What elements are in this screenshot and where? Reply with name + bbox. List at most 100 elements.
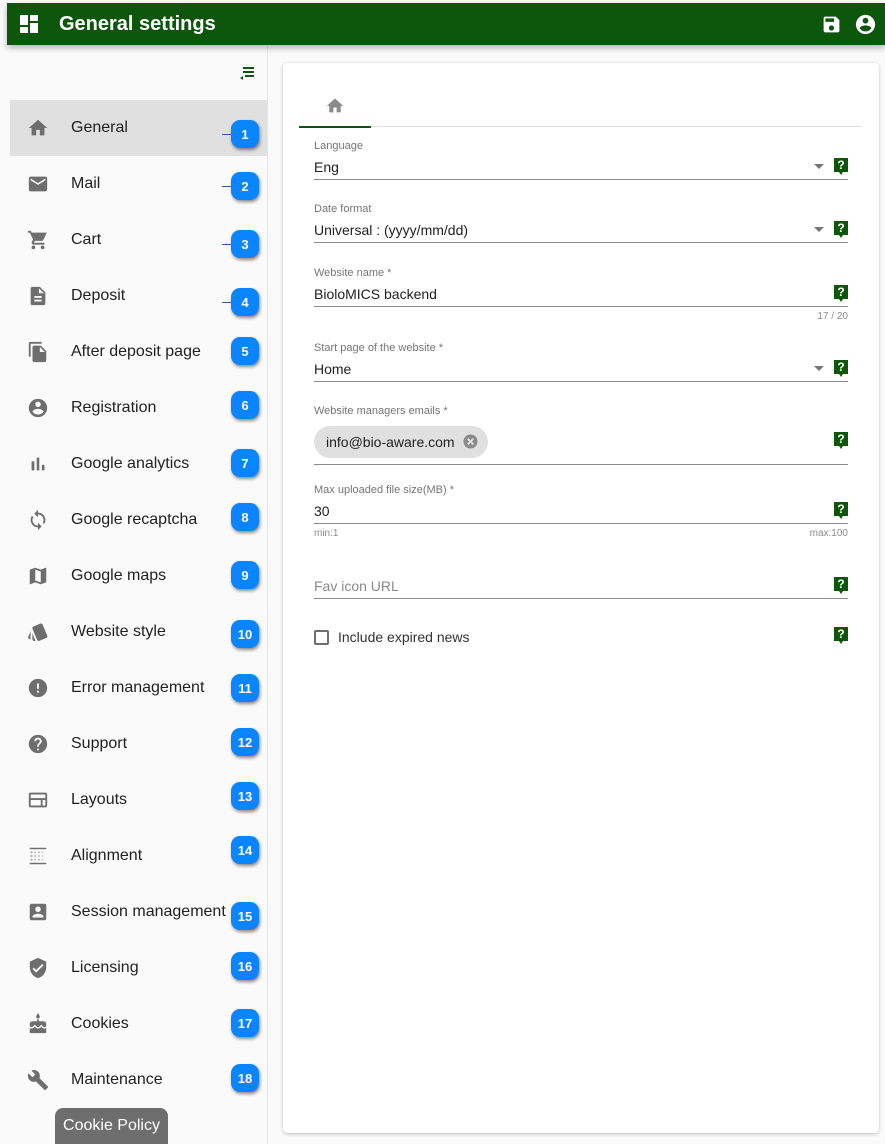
step-badge: 14 bbox=[231, 836, 259, 864]
dropdown-arrow-icon[interactable] bbox=[814, 164, 824, 169]
sidebar-item-registration[interactable]: Registration 6 bbox=[10, 380, 267, 436]
file-icon bbox=[26, 284, 50, 308]
dropdown-arrow-icon[interactable] bbox=[814, 227, 824, 232]
settings-card: Language Eng ? Date format Universal : (… bbox=[283, 63, 879, 1133]
website-name-value: BioloMICS backend bbox=[314, 285, 437, 302]
step-badge: 3 bbox=[231, 230, 259, 258]
account-button[interactable] bbox=[853, 12, 877, 36]
tab-general[interactable] bbox=[299, 83, 371, 128]
sidebar-item-label: Layouts bbox=[71, 791, 128, 808]
sidebar-item-cart[interactable]: Cart 3 bbox=[10, 212, 267, 268]
sidebar-item-label: Licensing bbox=[71, 959, 139, 976]
sidebar-item-general[interactable]: General 1 bbox=[10, 100, 267, 156]
svg-text:?: ? bbox=[837, 158, 844, 172]
sidebar-item-support[interactable]: Support 12 bbox=[10, 716, 267, 772]
sidebar-item-google-analytics[interactable]: Google analytics 7 bbox=[10, 436, 267, 492]
start-page-field: Start page of the website * Home ? bbox=[314, 342, 848, 382]
help-icon[interactable]: ? bbox=[833, 359, 849, 378]
tab-bar bbox=[299, 83, 862, 128]
sidebar-item-label: Support bbox=[71, 735, 128, 752]
dashboard-button[interactable] bbox=[7, 3, 51, 45]
help-icon[interactable]: ? bbox=[833, 284, 849, 303]
dropdown-arrow-icon[interactable] bbox=[814, 366, 824, 371]
sidebar-item-label: Google recaptcha bbox=[71, 511, 198, 528]
sidebar-item-alignment[interactable]: Alignment 14 bbox=[10, 828, 267, 884]
mail-icon bbox=[26, 172, 50, 196]
website-name-field: Website name * BioloMICS backend ? 17 / … bbox=[314, 267, 848, 322]
sidebar-item-website-style[interactable]: Website style 10 bbox=[10, 604, 267, 660]
max-file-size-label: Max uploaded file size(MB) * bbox=[314, 484, 455, 496]
step-badge: 13 bbox=[231, 782, 259, 810]
help-icon[interactable]: ? bbox=[833, 501, 849, 520]
language-field: Language Eng ? bbox=[314, 140, 848, 180]
file-copy-icon bbox=[26, 340, 50, 364]
sidebar-item-cookies[interactable]: Cookies 17 bbox=[10, 996, 267, 1052]
email-chip-label: info@bio-aware.com bbox=[326, 433, 455, 450]
account-box-icon bbox=[26, 900, 50, 924]
sidebar-item-google-recaptcha[interactable]: Google recaptcha 8 bbox=[10, 492, 267, 548]
help-icon[interactable]: ? bbox=[833, 576, 849, 595]
sidebar-item-maintenance[interactable]: Maintenance 18 bbox=[10, 1052, 267, 1108]
save-button[interactable] bbox=[819, 12, 843, 36]
fav-icon-placeholder: Fav icon URL bbox=[314, 577, 399, 594]
include-expired-news-row: Include expired news ? bbox=[314, 626, 848, 648]
home-icon bbox=[26, 116, 50, 140]
include-expired-news-checkbox[interactable] bbox=[314, 629, 329, 645]
step-badge: 1 bbox=[231, 120, 259, 148]
layout-icon bbox=[26, 788, 50, 812]
remove-chip-icon[interactable] bbox=[463, 434, 478, 449]
help-icon[interactable]: ? bbox=[833, 157, 849, 176]
sidebar-item-session-management[interactable]: Session management 15 bbox=[10, 884, 267, 940]
step-badge: 12 bbox=[231, 728, 259, 756]
start-page-label: Start page of the website * bbox=[314, 342, 444, 354]
step-badge: 2 bbox=[231, 172, 259, 200]
sidebar-item-mail[interactable]: Mail 2 bbox=[10, 156, 267, 212]
error-icon bbox=[26, 676, 50, 700]
sidebar-item-label: Google maps bbox=[71, 567, 167, 584]
help-icon[interactable]: ? bbox=[833, 626, 849, 645]
sidebar-item-error-management[interactable]: Error management 11 bbox=[10, 660, 267, 716]
cookie-policy-button[interactable]: Cookie Policy bbox=[55, 1108, 168, 1144]
max-file-size-input[interactable]: 30 ? bbox=[314, 498, 848, 524]
collapse-sidebar-button[interactable] bbox=[237, 63, 257, 83]
email-chip[interactable]: info@bio-aware.com bbox=[314, 425, 488, 458]
help-icon[interactable]: ? bbox=[833, 220, 849, 239]
website-name-input[interactable]: BioloMICS backend ? bbox=[314, 281, 848, 307]
help-icon[interactable]: ? bbox=[833, 431, 849, 450]
start-page-select[interactable]: Home ? bbox=[314, 356, 848, 382]
verified-shield-icon bbox=[26, 956, 50, 980]
svg-text:?: ? bbox=[837, 360, 844, 374]
sync-icon bbox=[26, 508, 50, 532]
cake-icon bbox=[26, 1012, 50, 1036]
sidebar-item-label: Deposit bbox=[71, 287, 126, 304]
save-icon bbox=[823, 16, 839, 32]
svg-text:?: ? bbox=[837, 577, 844, 591]
sidebar-item-label: Website style bbox=[71, 623, 166, 640]
sidebar-item-label: Session management bbox=[71, 903, 226, 920]
sidebar: General 1 Mail 2 Cart 3 Deposit 4 After deposit … bbox=[7, 45, 268, 1144]
grid-icon bbox=[26, 844, 50, 868]
sidebar-item-after-deposit-page[interactable]: After deposit page 5 bbox=[10, 324, 267, 380]
step-badge: 11 bbox=[231, 674, 259, 702]
dashboard-icon bbox=[20, 15, 38, 33]
sidebar-item-layouts[interactable]: Layouts 13 bbox=[10, 772, 267, 828]
date-format-select[interactable]: Universal : (yyyy/mm/dd) ? bbox=[314, 217, 848, 243]
max-file-size-field: Max uploaded file size(MB) * 30 ? min:1 … bbox=[314, 484, 848, 539]
sidebar-item-label: Registration bbox=[71, 399, 157, 416]
manager-emails-input[interactable]: info@bio-aware.com ? bbox=[314, 419, 848, 465]
map-icon bbox=[26, 564, 50, 588]
max-file-size-value: 30 bbox=[314, 502, 330, 519]
sidebar-item-label: Cart bbox=[71, 231, 102, 248]
sidebar-item-deposit[interactable]: Deposit 4 bbox=[10, 268, 267, 324]
language-select[interactable]: Eng ? bbox=[314, 154, 848, 180]
max-hint: max:100 bbox=[809, 528, 848, 539]
page-title: General settings bbox=[59, 12, 216, 35]
include-expired-news-label[interactable]: Include expired news bbox=[338, 629, 470, 645]
step-badge: 9 bbox=[231, 561, 259, 589]
fav-icon-input[interactable]: Fav icon URL ? bbox=[314, 573, 848, 599]
svg-text:?: ? bbox=[837, 432, 844, 446]
step-badge: 8 bbox=[231, 503, 259, 531]
sidebar-item-licensing[interactable]: Licensing 16 bbox=[10, 940, 267, 996]
date-format-label: Date format bbox=[314, 203, 372, 215]
sidebar-item-google-maps[interactable]: Google maps 9 bbox=[10, 548, 267, 604]
